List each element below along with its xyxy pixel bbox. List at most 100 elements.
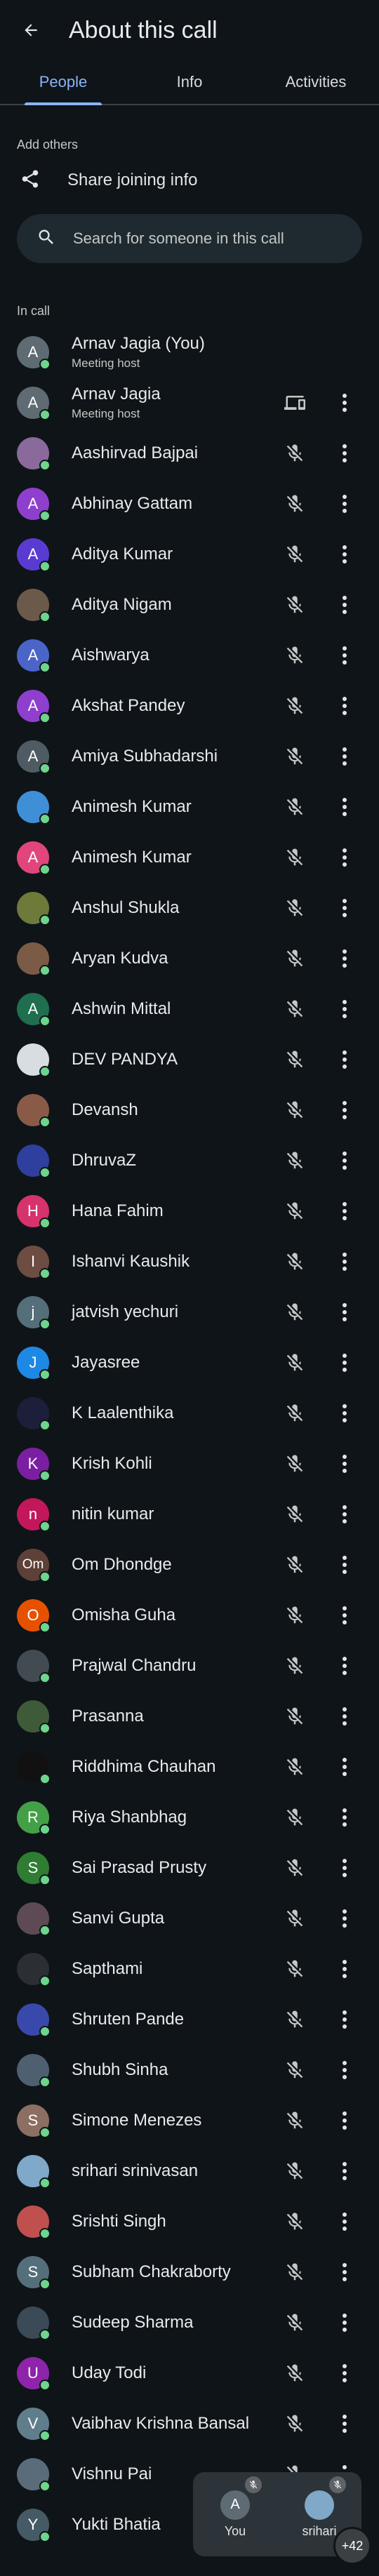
participant-row[interactable]: Devansh xyxy=(0,1085,379,1135)
mic-off-icon[interactable] xyxy=(284,2161,305,2182)
mic-off-icon[interactable] xyxy=(284,1756,305,1777)
mic-off-icon[interactable] xyxy=(284,1908,305,1929)
participant-row[interactable]: A Ashwin Mittal xyxy=(0,984,379,1034)
mic-off-icon[interactable] xyxy=(284,1453,305,1474)
participant-row[interactable]: Animesh Kumar xyxy=(0,782,379,832)
more-vert-icon[interactable] xyxy=(337,1654,352,1678)
participant-row[interactable]: A Aditya Kumar xyxy=(0,529,379,580)
participant-row[interactable]: Shruten Pande xyxy=(0,1994,379,2045)
mic-off-icon[interactable] xyxy=(284,1352,305,1373)
mic-off-icon[interactable] xyxy=(284,1100,305,1121)
more-vert-icon[interactable] xyxy=(337,391,352,415)
participant-row[interactable]: Anshul Shukla xyxy=(0,883,379,933)
participant-row[interactable]: H Hana Fahim xyxy=(0,1186,379,1236)
more-vert-icon[interactable] xyxy=(337,896,352,920)
more-vert-icon[interactable] xyxy=(337,1401,352,1425)
participant-row[interactable]: S Simone Menezes xyxy=(0,2095,379,2146)
participant-row[interactable]: Aashirvad Bajpai xyxy=(0,428,379,479)
mic-off-icon[interactable] xyxy=(284,1150,305,1171)
mic-off-icon[interactable] xyxy=(284,645,305,666)
mic-off-icon[interactable] xyxy=(284,493,305,514)
mic-off-icon[interactable] xyxy=(284,1857,305,1878)
mic-off-icon[interactable] xyxy=(284,1251,305,1272)
more-vert-icon[interactable] xyxy=(337,1199,352,1223)
more-vert-icon[interactable] xyxy=(337,947,352,970)
more-vert-icon[interactable] xyxy=(337,2008,352,2031)
mic-off-icon[interactable] xyxy=(284,1049,305,1070)
participant-row[interactable]: DhruvaZ xyxy=(0,1135,379,1186)
more-vert-icon[interactable] xyxy=(337,1452,352,1476)
more-vert-icon[interactable] xyxy=(337,1856,352,1880)
mic-off-icon[interactable] xyxy=(284,2363,305,2384)
picture-in-picture-preview[interactable]: A You srihari +42 xyxy=(193,2472,371,2565)
mic-off-icon[interactable] xyxy=(284,544,305,565)
participant-row[interactable]: O Omisha Guha xyxy=(0,1590,379,1641)
more-vert-icon[interactable] xyxy=(337,542,352,566)
participant-row[interactable]: A Animesh Kumar xyxy=(0,832,379,883)
more-vert-icon[interactable] xyxy=(337,694,352,718)
participant-row[interactable]: Prasanna xyxy=(0,1691,379,1742)
more-vert-icon[interactable] xyxy=(337,2260,352,2284)
more-vert-icon[interactable] xyxy=(337,1907,352,1930)
mic-off-icon[interactable] xyxy=(284,2060,305,2081)
participant-row[interactable]: A Arnav Jagia Meeting host xyxy=(0,378,379,428)
more-vert-icon[interactable] xyxy=(337,1098,352,1122)
participant-row[interactable]: S Sai Prasad Prusty xyxy=(0,1843,379,1893)
mic-off-icon[interactable] xyxy=(284,2110,305,2131)
tab-info[interactable]: Info xyxy=(126,60,253,104)
more-vert-icon[interactable] xyxy=(337,1704,352,1728)
more-vert-icon[interactable] xyxy=(337,1755,352,1779)
mic-off-icon[interactable] xyxy=(284,594,305,615)
participant-row[interactable]: A Aishwarya xyxy=(0,630,379,681)
participant-row[interactable]: Sudeep Sharma xyxy=(0,2297,379,2348)
mic-off-icon[interactable] xyxy=(284,1302,305,1323)
more-vert-icon[interactable] xyxy=(337,2361,352,2385)
participant-row[interactable]: Riddhima Chauhan xyxy=(0,1742,379,1792)
mic-off-icon[interactable] xyxy=(284,796,305,817)
more-vert-icon[interactable] xyxy=(337,643,352,667)
mic-off-icon[interactable] xyxy=(284,2211,305,2232)
participant-row[interactable]: Om Om Dhondge xyxy=(0,1540,379,1590)
mic-off-icon[interactable] xyxy=(284,948,305,969)
more-vert-icon[interactable] xyxy=(337,1300,352,1324)
tab-people[interactable]: People xyxy=(0,60,126,104)
more-vert-icon[interactable] xyxy=(337,846,352,869)
pip-tile-you[interactable]: A You xyxy=(193,2472,277,2556)
share-joining-info-button[interactable]: Share joining info xyxy=(0,152,379,208)
participant-row[interactable]: n nitin kumar xyxy=(0,1489,379,1540)
participant-row[interactable]: Shubh Sinha xyxy=(0,2045,379,2095)
participant-row[interactable]: Srishti Singh xyxy=(0,2196,379,2247)
participant-row[interactable]: A Akshat Pandey xyxy=(0,681,379,731)
mic-off-icon[interactable] xyxy=(284,1554,305,1575)
more-vert-icon[interactable] xyxy=(337,1250,352,1274)
participant-row[interactable]: Sapthami xyxy=(0,1944,379,1994)
participant-row[interactable]: R Riya Shanbhag xyxy=(0,1792,379,1843)
mic-off-icon[interactable] xyxy=(284,1403,305,1424)
participant-row[interactable]: A Arnav Jagia (You) Meeting host xyxy=(0,327,379,378)
participant-row[interactable]: DEV PANDYA xyxy=(0,1034,379,1085)
more-vert-icon[interactable] xyxy=(337,795,352,819)
more-vert-icon[interactable] xyxy=(337,2210,352,2234)
participant-row[interactable]: Sanvi Gupta xyxy=(0,1893,379,1944)
participant-row[interactable]: Aditya Nigam xyxy=(0,580,379,630)
more-vert-icon[interactable] xyxy=(337,593,352,617)
tab-activities[interactable]: Activities xyxy=(253,60,379,104)
more-vert-icon[interactable] xyxy=(337,2412,352,2436)
more-vert-icon[interactable] xyxy=(337,1806,352,1829)
more-vert-icon[interactable] xyxy=(337,1502,352,1526)
mic-off-icon[interactable] xyxy=(284,847,305,868)
mic-off-icon[interactable] xyxy=(284,2413,305,2434)
more-vert-icon[interactable] xyxy=(337,492,352,516)
more-vert-icon[interactable] xyxy=(337,745,352,768)
mic-off-icon[interactable] xyxy=(284,1655,305,1676)
more-vert-icon[interactable] xyxy=(337,1048,352,1072)
search-input[interactable] xyxy=(72,229,362,248)
participant-row[interactable]: S Subham Chakraborty xyxy=(0,2247,379,2297)
participant-row[interactable]: I Ishanvi Kaushik xyxy=(0,1236,379,1287)
participant-row[interactable]: J Jayasree xyxy=(0,1337,379,1388)
participant-row[interactable]: A Abhinay Gattam xyxy=(0,479,379,529)
mic-off-icon[interactable] xyxy=(284,999,305,1020)
participant-row[interactable]: U Uday Todi xyxy=(0,2348,379,2398)
mic-off-icon[interactable] xyxy=(284,1504,305,1525)
participant-row[interactable]: Aryan Kudva xyxy=(0,933,379,984)
